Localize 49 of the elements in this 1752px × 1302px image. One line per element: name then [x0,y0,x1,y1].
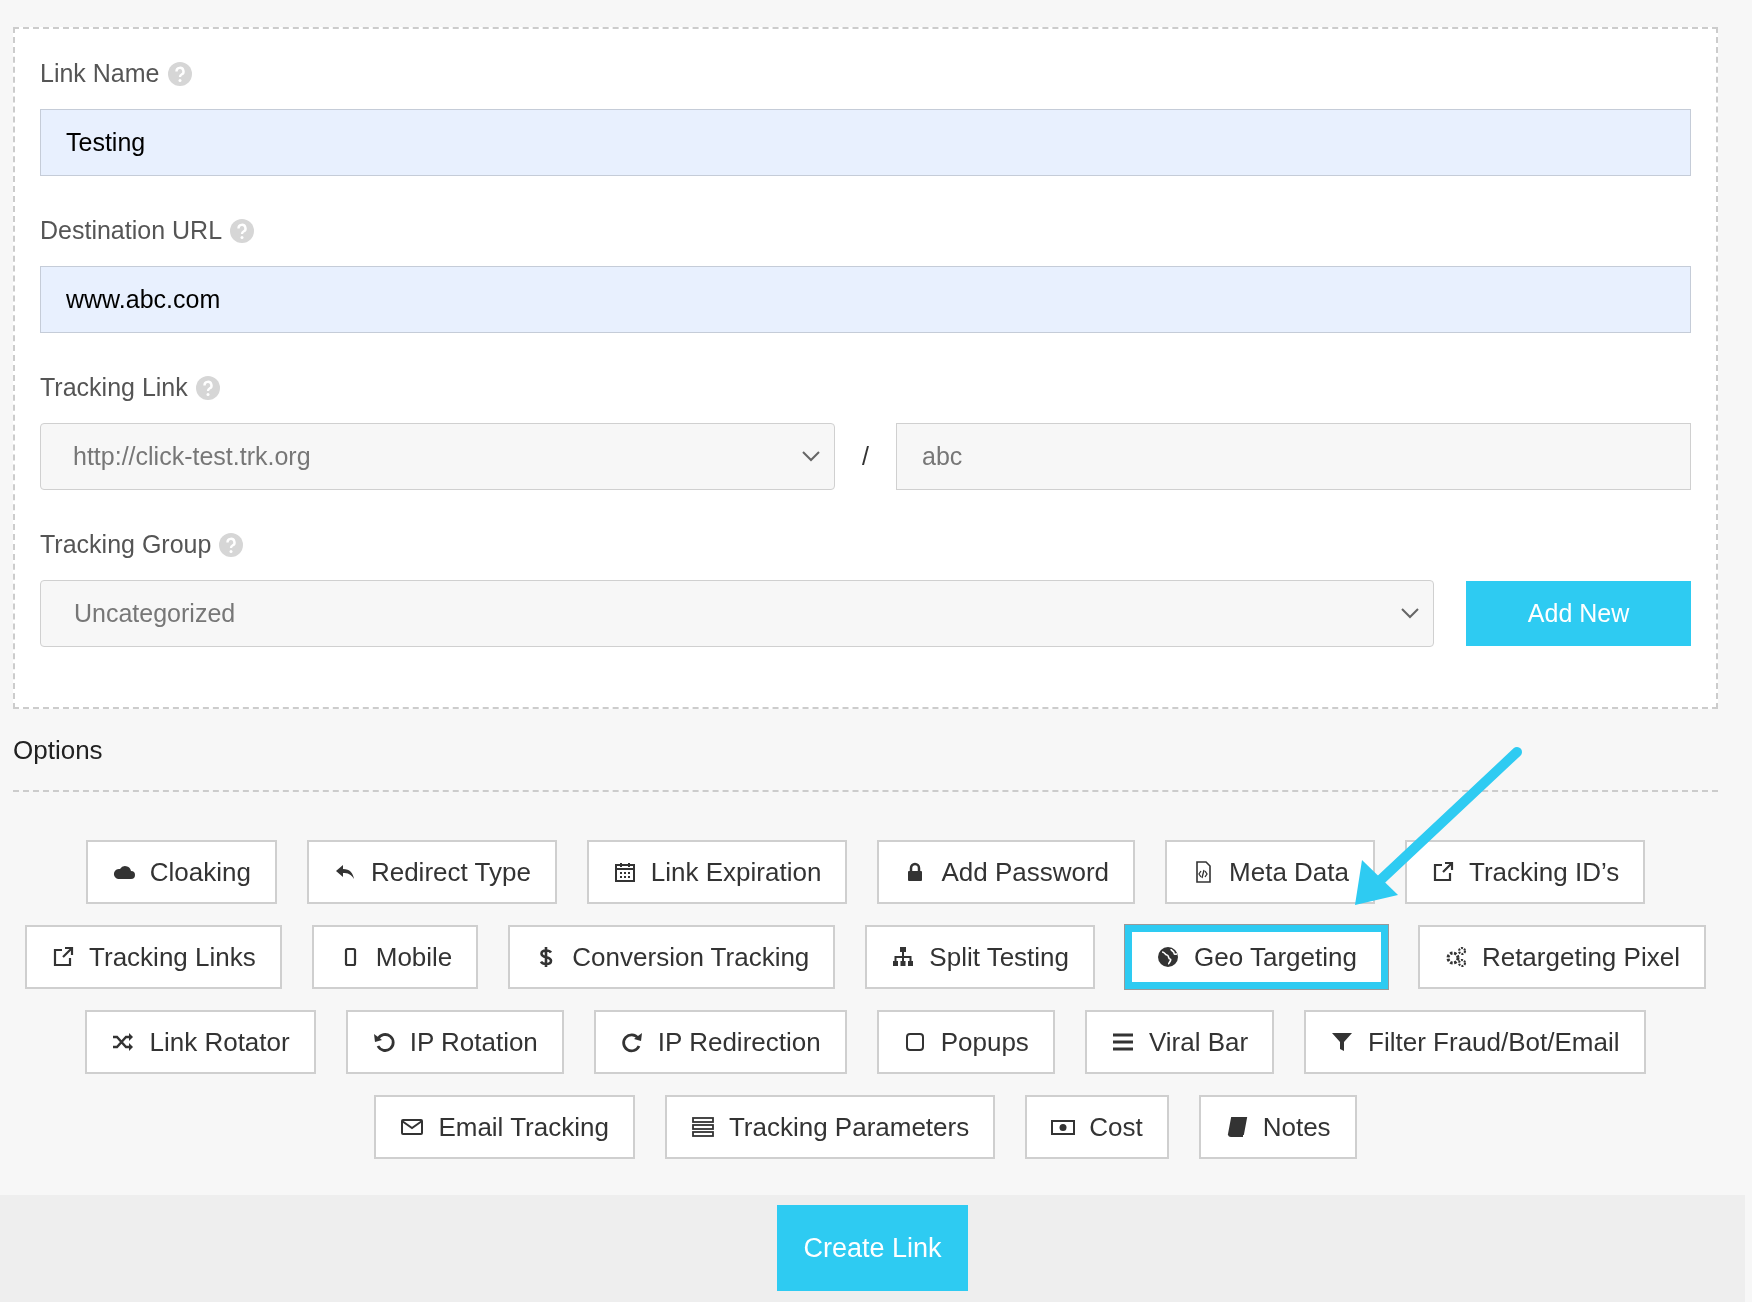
help-icon[interactable] [230,219,255,243]
sitemap-icon [891,945,916,969]
external-link-icon [51,945,76,969]
text-input[interactable]: Testing [40,109,1691,176]
undo-icon [371,1030,396,1054]
option-button[interactable]: Link Rotator [85,1010,316,1074]
group-select[interactable]: Uncategorized [40,580,1435,647]
option-button[interactable]: Tracking ID’s [1405,840,1646,904]
option-button[interactable]: Link Expiration [586,840,848,904]
slug-input[interactable]: abc [896,423,1691,490]
option-button[interactable]: Tracking Links [25,925,282,989]
option-button[interactable]: Geo Targeting [1125,925,1388,989]
options-heading: Options [13,734,103,767]
path-separator: / [861,440,870,472]
option-button[interactable]: Email Tracking [374,1095,635,1159]
server-list-icon [690,1115,715,1139]
field-label: Tracking Link [40,372,188,404]
calendar-icon [612,860,637,884]
option-button[interactable]: Redirect Type [306,840,557,904]
chevron-down-icon [1401,608,1420,619]
shuffle-icon [111,1030,136,1054]
option-button[interactable]: Notes [1198,1095,1357,1159]
help-icon[interactable] [167,62,192,86]
text-input[interactable]: www.abc.com [40,266,1691,333]
field-label: Tracking Group [40,529,212,561]
option-button[interactable]: Filter Fraud/Bot/Email [1304,1010,1646,1074]
url-select[interactable]: http://click-test.trk.org [40,423,835,490]
redo-icon [619,1030,644,1054]
chevron-down-icon [802,451,820,462]
option-button[interactable]: Conversion Tracking [508,925,836,989]
field-label: Link Name [40,58,160,90]
option-button[interactable]: Split Testing [865,925,1096,989]
option-button[interactable]: Cloaking [85,840,277,904]
option-button[interactable]: Viral Bar [1084,1010,1275,1074]
option-button[interactable]: IP Rotation [345,1010,564,1074]
option-button[interactable]: Meta Data [1165,840,1375,904]
option-button[interactable]: Retargeting Pixel [1417,925,1706,989]
filter-icon [1330,1030,1355,1054]
globe-icon [1156,945,1181,969]
option-button[interactable]: Popups [876,1010,1055,1074]
option-button[interactable]: Tracking Parameters [664,1095,996,1159]
help-icon[interactable] [219,533,244,557]
option-button[interactable]: IP Redirection [593,1010,847,1074]
option-button[interactable]: Cost [1025,1095,1169,1159]
option-button[interactable]: Mobile [311,925,479,989]
field-label: Destination URL [40,215,223,247]
external-link-icon [1431,860,1455,884]
help-icon[interactable] [195,376,220,400]
option-button[interactable]: Add Password [877,840,1136,904]
